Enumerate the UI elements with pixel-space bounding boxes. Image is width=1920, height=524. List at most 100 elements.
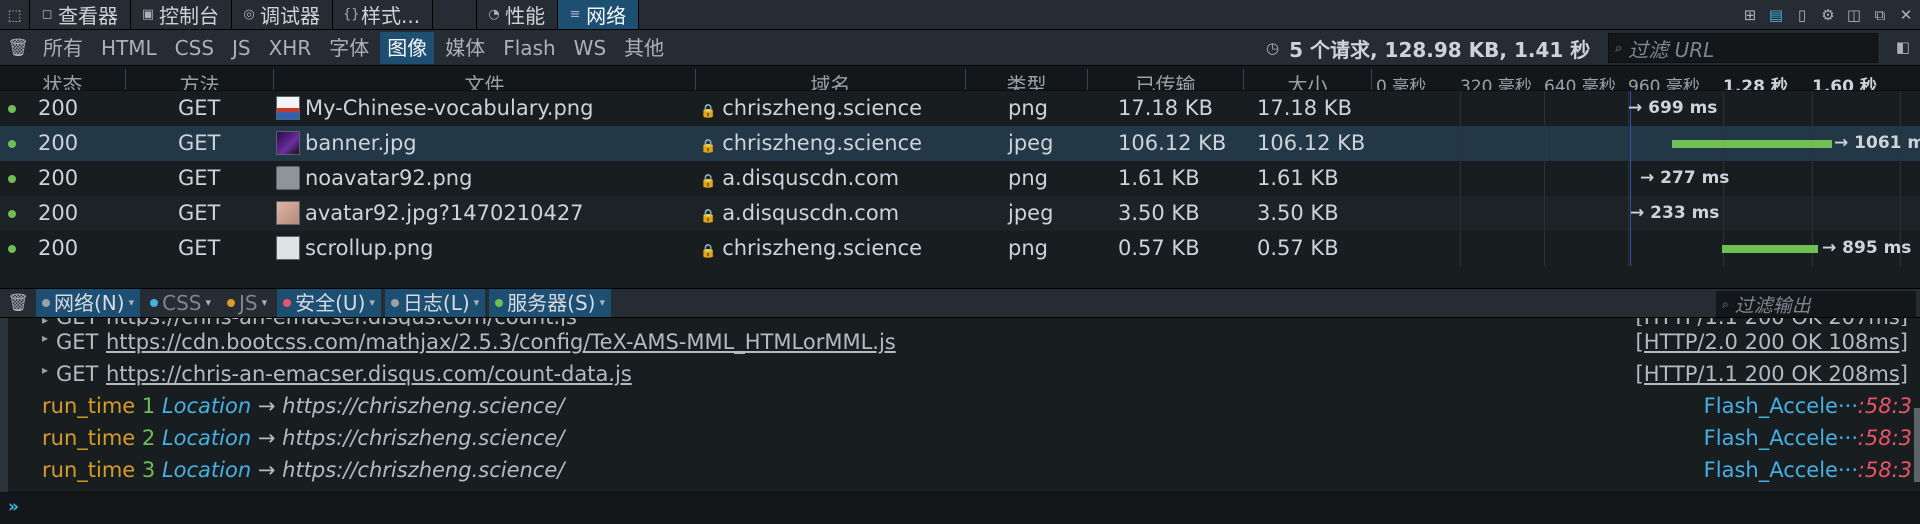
column-size-header[interactable]: 大小 <box>1244 69 1372 90</box>
column-domain-header[interactable]: 域名 <box>696 69 966 90</box>
element-picker-icon[interactable]: ⬚ <box>0 0 30 29</box>
settings-gear-icon[interactable]: ⚙ <box>1820 6 1836 24</box>
console-clear-trash-icon[interactable]: 🗑 <box>0 293 36 313</box>
dock-side-icon[interactable]: ◫ <box>1846 6 1862 24</box>
filter-media-button[interactable]: 媒体 <box>438 32 492 64</box>
request-row[interactable]: 200 GET scrollup.png 🔒 chriszheng.science png… <box>0 231 1920 266</box>
filter-all-button[interactable]: 所有 <box>36 32 90 64</box>
filter-xhr-button[interactable]: XHR <box>262 32 319 64</box>
url-filter-input[interactable]: ⌕ 过滤 URL <box>1608 33 1878 63</box>
request-method: GET <box>56 362 99 386</box>
tab-style-editor[interactable]: {} 样式... <box>333 0 434 29</box>
console-filter-button[interactable]: 安全(U) ▾ <box>277 289 381 317</box>
log-label: run_time <box>42 426 136 450</box>
console-request-line[interactable]: ▸ GET https://chris-an-emacser.disqus.co… <box>8 358 1920 390</box>
filter-css-button[interactable]: CSS <box>168 32 221 64</box>
filter-html-button[interactable]: HTML <box>94 32 164 64</box>
expand-triangle-icon[interactable]: ▸ <box>42 318 48 326</box>
console-icon: ▣ <box>141 7 155 22</box>
undock-window-icon[interactable]: ⧉ <box>1872 6 1888 24</box>
output-filter-input[interactable]: ⌕ 过滤输出 <box>1716 291 1916 317</box>
row-status: 200 <box>38 236 79 260</box>
log-source-line[interactable]: :58:3 <box>1858 422 1912 454</box>
log-object-type[interactable]: Location <box>162 458 251 482</box>
console-output: ▸ GET https://chris-an-emacser.disqus.co… <box>0 318 1920 492</box>
expand-triangle-icon[interactable]: ▸ <box>42 326 48 350</box>
console-request-line[interactable]: ▸ GET https://cdn.bootcss.com/mathjax/2.… <box>8 326 1920 358</box>
tab-debugger[interactable]: ◎ 调试器 <box>232 0 333 29</box>
tab-network[interactable]: ≡ 网络 <box>558 0 640 29</box>
expand-triangle-icon[interactable]: ▸ <box>42 358 48 382</box>
request-status-link[interactable]: [HTTP/1.1 200 OK 207ms] <box>1636 318 1909 326</box>
clear-trash-icon[interactable]: 🗑 <box>0 38 36 58</box>
timeline-gridline <box>1628 126 1629 161</box>
filter-flash-button[interactable]: Flash <box>496 32 562 64</box>
row-size: 3.50 KB <box>1257 201 1339 225</box>
request-url-link[interactable]: https://cdn.bootcss.com/mathjax/2.5.3/co… <box>106 326 896 358</box>
column-status-header[interactable]: 状态 <box>0 69 126 90</box>
row-domain-text: chriszheng.science <box>722 131 923 155</box>
timeline-gridline <box>1900 196 1901 231</box>
request-row[interactable]: 200 GET banner.jpg 🔒 chriszheng.science jpeg 1… <box>0 126 1920 161</box>
console-filter-button[interactable]: JS ▾ <box>221 289 273 317</box>
dock-icon[interactable]: ▯ <box>1794 6 1810 24</box>
request-row[interactable]: 200 GET avatar92.jpg?1470210427 🔒 a.disquscd… <box>0 196 1920 231</box>
console-request-line[interactable]: ▸ GET https://chris-an-emacser.disqus.co… <box>8 318 1920 326</box>
filter-other-button[interactable]: 其他 <box>617 32 671 64</box>
timeline-gridline <box>1812 91 1813 126</box>
request-status-link[interactable]: [HTTP/2.0 200 OK 108ms] <box>1636 326 1909 358</box>
log-object-type[interactable]: Location <box>162 394 251 418</box>
console-input[interactable]: » <box>0 492 1920 524</box>
filter-ws-button[interactable]: WS <box>567 32 613 64</box>
column-transferred-header[interactable]: 已传输 <box>1088 69 1244 90</box>
filter-bullet-icon <box>390 299 399 307</box>
log-source-link[interactable]: Flash_Accele··· <box>1704 422 1858 454</box>
dropdown-caret-icon: ▾ <box>128 296 135 309</box>
split-console-icon[interactable]: ▤ <box>1768 6 1784 24</box>
lock-icon: 🔒 <box>700 104 717 119</box>
row-transferred: 17.18 KB <box>1118 96 1213 120</box>
toggle-sidebar-icon[interactable]: ◧ <box>1896 38 1910 56</box>
request-row[interactable]: 200 GET noavatar92.png 🔒 a.disquscdn.com png 1… <box>0 161 1920 196</box>
request-url-link[interactable]: https://chris-an-emacser.disqus.com/coun… <box>106 358 632 390</box>
tab-performance[interactable]: ◔ 性能 <box>477 0 559 29</box>
console-filter-button[interactable]: 日志(L) ▾ <box>384 289 486 317</box>
timeline-label: → 233 ms <box>1630 203 1720 223</box>
console-filter-button[interactable]: 网络(N) ▾ <box>36 289 141 317</box>
column-type-header[interactable]: 类型 <box>966 69 1088 90</box>
log-object-type[interactable]: Location <box>162 426 251 450</box>
console-scrollbar[interactable] <box>1914 408 1920 482</box>
console-log-line[interactable]: run_time 3 Location → https://chriszheng… <box>8 454 1920 486</box>
tab-console[interactable]: ▣ 控制台 <box>131 0 232 29</box>
console-filter-button[interactable]: 服务器(S) ▾ <box>489 289 612 317</box>
request-url-link[interactable]: https://chris-an-emacser.disqus.com/coun… <box>106 318 577 326</box>
prompt-chevron-icon: » <box>8 497 19 517</box>
row-domain-text: chriszheng.science <box>722 96 923 120</box>
request-row[interactable]: 200 GET My-Chinese-vocabulary.png 🔒 chriszhe… <box>0 91 1920 126</box>
log-source-link[interactable]: Flash_Accele··· <box>1704 390 1858 422</box>
filter-bullet-icon <box>42 299 50 307</box>
filter-bullet-icon <box>227 299 235 307</box>
row-size: 1.61 KB <box>1257 166 1339 190</box>
responsive-layout-icon[interactable]: ⊞ <box>1742 6 1758 24</box>
status-dot-icon <box>8 175 16 183</box>
console-filter-button[interactable]: CSS ▾ <box>144 289 217 317</box>
column-file-header[interactable]: 文件 <box>274 69 696 90</box>
column-method-header[interactable]: 方法 <box>126 69 274 90</box>
console-log-line[interactable]: run_time 2 Location → https://chriszheng… <box>8 422 1920 454</box>
log-source-line[interactable]: :58:3 <box>1858 390 1912 422</box>
requests-empty-area <box>0 266 1920 288</box>
log-arrow: → <box>257 394 276 418</box>
filter-fonts-button[interactable]: 字体 <box>322 32 376 64</box>
requests-table-header: 状态 方法 文件 域名 类型 已传输 大小 0 毫秒 320 毫秒 640 毫秒 96… <box>0 67 1920 91</box>
image-thumbnail <box>276 236 300 260</box>
close-icon[interactable]: ✕ <box>1898 6 1914 24</box>
row-type: jpeg <box>1008 201 1054 225</box>
tab-inspector[interactable]: ◻ 查看器 <box>30 0 131 29</box>
filter-js-button[interactable]: JS <box>225 32 258 64</box>
log-source-link[interactable]: Flash_Accele··· <box>1704 454 1858 486</box>
request-status-link[interactable]: [HTTP/1.1 200 OK 208ms] <box>1636 358 1909 390</box>
console-log-line[interactable]: run_time 1 Location → https://chriszheng… <box>8 390 1920 422</box>
log-source-line[interactable]: :58:3 <box>1858 454 1912 486</box>
filter-images-button[interactable]: 图像 <box>380 31 435 64</box>
